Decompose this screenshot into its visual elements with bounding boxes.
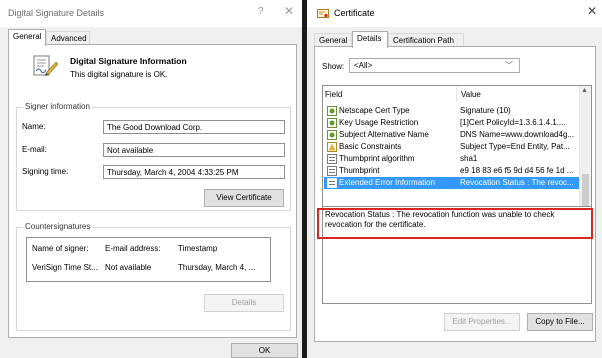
list-item[interactable]: Key Usage Restriction [1]Cert PolicyId=1…	[324, 117, 580, 129]
right-tab-strip: General Details Certification Path	[314, 31, 474, 48]
row-field-name: Basic Constraints	[339, 142, 402, 151]
show-dropdown-value: <All>	[354, 61, 373, 70]
column-header-email[interactable]: E-mail address:	[105, 244, 171, 253]
name-field[interactable]: The Good Download Corp.	[103, 120, 285, 134]
certificate-window: Certificate ✕ General Details Certificat…	[307, 0, 602, 358]
signing-time-label: Signing time:	[22, 167, 69, 176]
tab-certification-path[interactable]: Certification Path	[388, 33, 464, 47]
left-close-button[interactable]: ✕	[284, 4, 294, 18]
list-item[interactable]: Thumbprint e9 18 83 e6 f5 9d d4 56 fe 1d…	[324, 165, 580, 177]
signing-time-field[interactable]: Thursday, March 4, 2004 4:33:25 PM	[103, 165, 285, 179]
tab-cert-general[interactable]: General	[314, 33, 352, 47]
property-icon	[327, 178, 337, 188]
signature-info-title: Digital Signature Information	[70, 56, 187, 66]
email-field[interactable]: Not available	[103, 143, 285, 157]
highlight-annotation	[317, 208, 593, 239]
tab-details[interactable]: Details	[352, 31, 388, 48]
row-field-name: Thumbprint algorithm	[339, 154, 415, 163]
row-field-name: Subject Alternative Name	[339, 130, 429, 139]
row-field-value: [1]Cert PolicyId=1.3.6.1.4.1....	[460, 118, 566, 127]
property-icon	[327, 154, 337, 164]
right-close-button[interactable]: ✕	[587, 4, 597, 18]
name-label: Name:	[22, 122, 46, 131]
chevron-down-icon: ﹀	[505, 61, 513, 70]
right-title-bar: Certificate ✕	[307, 0, 602, 27]
general-tab-panel: Digital Signature Information This digit…	[8, 44, 297, 338]
extension-icon	[327, 106, 337, 116]
copy-to-file-button[interactable]: Copy to File...	[527, 313, 593, 331]
row-field-name: Thumbprint	[339, 166, 380, 175]
extension-icon	[327, 130, 337, 140]
left-title-bar: Digital Signature Details ? ✕	[0, 0, 302, 27]
row-field-name: Key Usage Restriction	[339, 118, 419, 127]
list-item[interactable]: Thumbprint algorithm sha1	[324, 153, 580, 165]
row-field-value: e9 18 83 e6 f5 9d d4 56 fe 1d ...	[460, 166, 574, 175]
digital-signature-details-window: Digital Signature Details ? ✕ General Ad…	[0, 0, 302, 358]
row-field-name: Extended Error Information	[339, 178, 436, 187]
column-header-signer[interactable]: Name of signer:	[32, 244, 102, 253]
signer-information-group: Signer information Name: The Good Downlo…	[16, 102, 291, 211]
row-field-value: Subject Type=End Entity, Pat...	[460, 142, 570, 151]
certificate-icon	[317, 9, 329, 18]
tab-general[interactable]: General	[8, 29, 46, 46]
list-item[interactable]: Netscape Cert Type Signature (10)	[324, 105, 580, 117]
row-field-value: Signature (10)	[460, 106, 511, 115]
signer-information-legend: Signer information	[23, 102, 92, 111]
countersigner-email[interactable]: Not available	[105, 263, 171, 272]
signature-status-text: This digital signature is OK.	[70, 70, 168, 79]
countersignatures-list[interactable]: Name of signer: E-mail address: Timestam…	[26, 237, 271, 282]
details-button[interactable]: Details	[204, 294, 284, 312]
column-separator[interactable]	[456, 87, 457, 102]
view-certificate-button[interactable]: View Certificate	[204, 189, 284, 207]
countersigner-timestamp[interactable]: Thursday, March 4, ...	[178, 263, 268, 272]
show-label: Show:	[322, 62, 345, 71]
list-item-selected[interactable]: Extended Error Information Revocation St…	[324, 177, 580, 189]
column-header-value[interactable]: Value	[461, 90, 481, 99]
left-tab-strip: General Advanced	[8, 29, 128, 46]
list-item[interactable]: Subject Alternative Name DNS Name=www.do…	[324, 129, 580, 141]
critical-extension-icon	[327, 142, 337, 152]
countersigner-name[interactable]: VeriSign Time St...	[32, 263, 102, 272]
countersignatures-legend: Countersignatures	[23, 222, 93, 231]
scroll-up-icon[interactable]: ▲	[581, 87, 588, 94]
signature-document-icon	[33, 55, 58, 76]
row-field-name: Netscape Cert Type	[339, 106, 410, 115]
left-window-title: Digital Signature Details	[8, 8, 105, 18]
row-field-value: Revocation Status : The revoc...	[460, 178, 574, 187]
column-header-timestamp[interactable]: Timestamp	[178, 244, 266, 253]
email-label: E-mail:	[22, 145, 47, 154]
column-header-field[interactable]: Field	[325, 90, 342, 99]
help-button[interactable]: ?	[258, 6, 264, 17]
countersignatures-group: Countersignatures Name of signer: E-mail…	[16, 222, 291, 331]
property-icon	[327, 166, 337, 176]
show-dropdown[interactable]: <All> ﹀	[349, 58, 520, 73]
details-tab-panel: Show: <All> ﹀ Field Value Netscape Cert …	[314, 46, 596, 342]
ok-button[interactable]: OK	[231, 343, 298, 358]
tab-advanced[interactable]: Advanced	[46, 31, 90, 45]
extension-icon	[327, 118, 337, 128]
row-field-value: sha1	[460, 154, 478, 163]
edit-properties-button[interactable]: Edit Properties...	[444, 313, 520, 331]
right-window-title: Certificate	[334, 8, 375, 18]
list-item[interactable]: Basic Constraints Subject Type=End Entit…	[324, 141, 580, 153]
row-field-value: DNS Name=www.download4g...	[460, 130, 575, 139]
